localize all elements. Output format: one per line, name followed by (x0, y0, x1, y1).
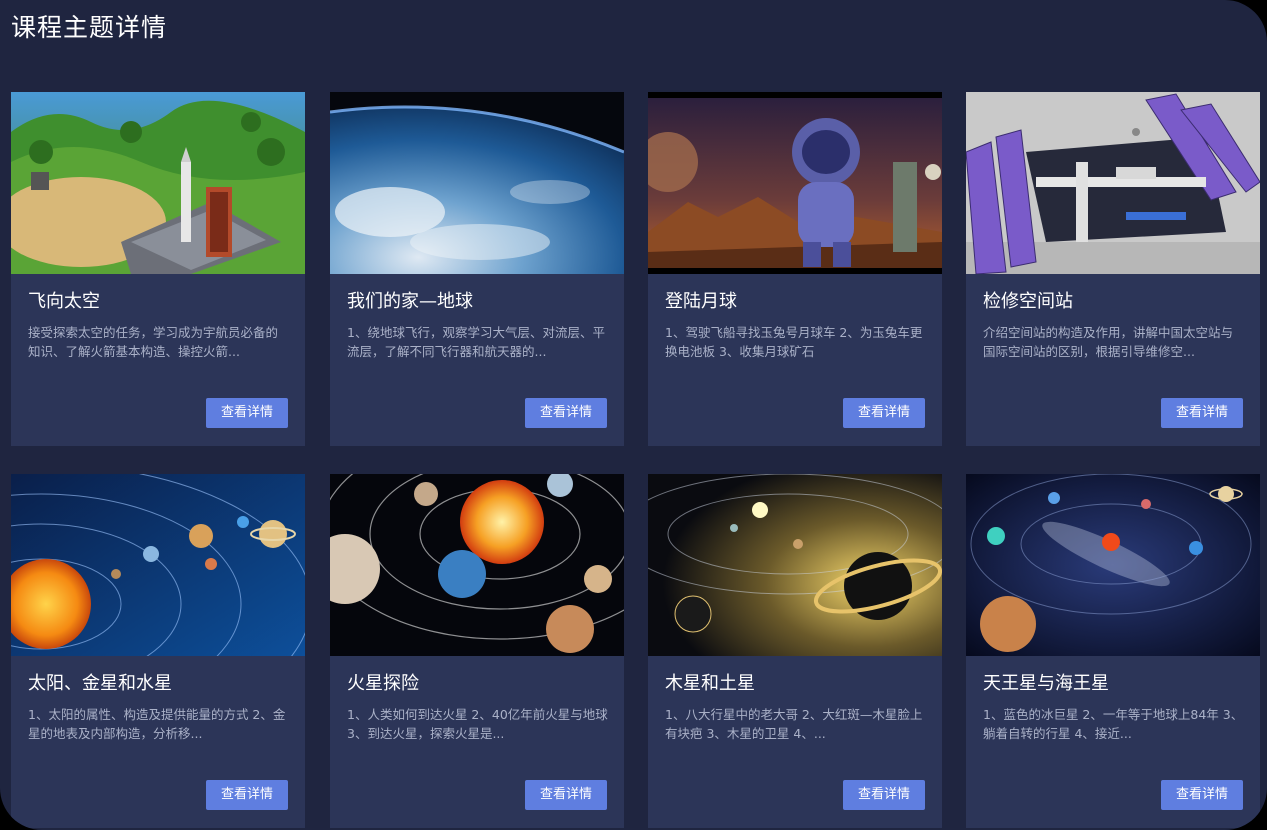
course-card[interactable]: 检修空间站 介绍空间站的构造及作用，讲解中国太空站与国际空间站的区别，根据引导维… (966, 92, 1260, 446)
card-description: 接受探索太空的任务，学习成为宇航员必备的知识、了解火箭基本构造、操控火箭... (28, 325, 279, 359)
card-title: 天王星与海王星 (983, 673, 1109, 694)
view-details-button[interactable]: 查看详情 (843, 780, 925, 810)
course-card[interactable]: 木星和土星 1、八大行星中的老大哥 2、大红斑—木星脸上有块疤 3、木星的卫星 … (648, 474, 942, 828)
view-details-button[interactable]: 查看详情 (1161, 780, 1243, 810)
card-description: 1、绕地球飞行，观察学习大气层、对流层、平流层，了解不同飞行器和航天器的... (347, 325, 605, 359)
view-details-button[interactable]: 查看详情 (525, 780, 607, 810)
card-title: 木星和土星 (665, 673, 755, 694)
course-card[interactable]: 天王星与海王星 1、蓝色的冰巨星 2、一年等于地球上84年 3、躺着自转的行星 … (966, 474, 1260, 828)
card-title: 火星探险 (347, 673, 419, 694)
card-description: 1、蓝色的冰巨星 2、一年等于地球上84年 3、躺着自转的行星 4、接近... (983, 707, 1244, 741)
saturn-ring-image[interactable] (648, 474, 942, 656)
earth-from-space-image[interactable] (330, 92, 624, 274)
view-details-button[interactable]: 查看详情 (1161, 398, 1243, 428)
course-card[interactable]: 火星探险 1、人类如何到达火星 2、40亿年前火星与地球 3、到达火星，探索火星… (330, 474, 624, 828)
page-title: 课程主题详情 (11, 13, 168, 42)
card-description: 1、人类如何到达火星 2、40亿年前火星与地球 3、到达火星，探索火星是... (347, 707, 608, 741)
planets-orbits-image[interactable] (330, 474, 624, 656)
course-card[interactable]: 登陆月球 1、驾驶飞船寻找玉兔号月球车 2、为玉兔车更换电池板 3、收集月球矿石… (648, 92, 942, 446)
space-station-model-image[interactable] (966, 92, 1260, 274)
card-title: 我们的家—地球 (347, 291, 473, 312)
astronaut-on-planet-image[interactable] (648, 92, 942, 274)
rocket-launch-base-image[interactable] (11, 92, 305, 274)
view-details-button[interactable]: 查看详情 (206, 398, 288, 428)
card-description: 1、驾驶飞船寻找玉兔号月球车 2、为玉兔车更换电池板 3、收集月球矿石 (665, 325, 923, 359)
card-title: 检修空间站 (983, 291, 1073, 312)
view-details-button[interactable]: 查看详情 (206, 780, 288, 810)
card-description: 介绍空间站的构造及作用，讲解中国太空站与国际空间站的区别，根据引导维修空... (983, 325, 1234, 359)
solar-system-sun-image[interactable] (11, 474, 305, 656)
course-card[interactable]: 太阳、金星和水星 1、太阳的属性、构造及提供能量的方式 2、金星的地表及内部构造… (11, 474, 305, 828)
card-title: 飞向太空 (28, 291, 100, 312)
card-description: 1、八大行星中的老大哥 2、大红斑—木星脸上有块疤 3、木星的卫星 4、... (665, 707, 923, 741)
view-details-button[interactable]: 查看详情 (843, 398, 925, 428)
course-card[interactable]: 我们的家—地球 1、绕地球飞行，观察学习大气层、对流层、平流层，了解不同飞行器和… (330, 92, 624, 446)
course-detail-panel: 课程主题详情 飞向太空 接受探索太空的任务，学习成为宇航员必备的知识、了解火箭基… (0, 0, 1267, 830)
card-title: 登陆月球 (665, 291, 737, 312)
course-card[interactable]: 飞向太空 接受探索太空的任务，学习成为宇航员必备的知识、了解火箭基本构造、操控火… (11, 92, 305, 446)
card-title: 太阳、金星和水星 (28, 673, 172, 694)
card-description: 1、太阳的属性、构造及提供能量的方式 2、金星的地表及内部构造，分析移... (28, 707, 286, 741)
galaxy-planets-image[interactable] (966, 474, 1260, 656)
view-details-button[interactable]: 查看详情 (525, 398, 607, 428)
